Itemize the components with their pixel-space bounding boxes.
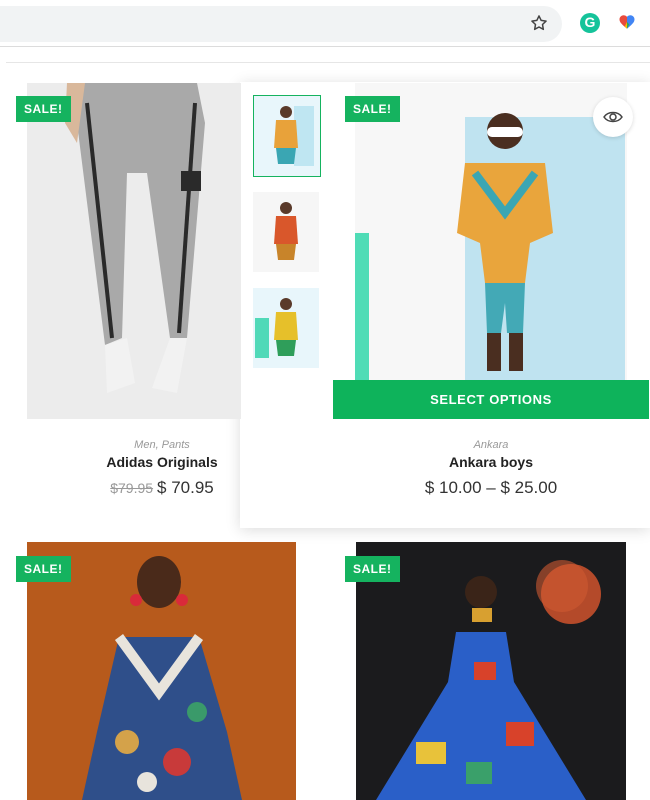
browser-divider — [0, 46, 650, 47]
address-bar[interactable] — [0, 6, 562, 42]
product-price: $ 10.00 – $ 25.00 — [424, 478, 558, 497]
grammarly-icon[interactable]: G — [580, 13, 600, 33]
quick-view-button[interactable] — [593, 97, 633, 137]
star-icon[interactable] — [529, 13, 549, 33]
product-image[interactable] — [27, 83, 241, 419]
thumbnail-2[interactable] — [253, 192, 319, 272]
sale-badge: SALE! — [345, 556, 400, 582]
thumbnail-3[interactable] — [253, 288, 319, 368]
sale-price: $ 70.95 — [157, 478, 214, 497]
product-image[interactable] — [355, 83, 627, 380]
page-divider — [6, 62, 650, 63]
product-categories[interactable]: Men, Pants — [27, 439, 297, 451]
old-price: $79.95 — [110, 480, 154, 496]
eye-icon — [603, 111, 623, 123]
select-options-button[interactable]: SELECT OPTIONS — [333, 380, 649, 419]
thumbnail-1[interactable] — [253, 95, 321, 177]
sale-badge: SALE! — [16, 556, 71, 582]
product-title[interactable]: Ankara boys — [355, 454, 627, 470]
sale-badge: SALE! — [16, 96, 71, 122]
product-title[interactable]: Adidas Originals — [27, 454, 297, 470]
pants-image — [27, 83, 241, 419]
ankara-boy-image — [355, 83, 627, 380]
sale-badge: SALE! — [345, 96, 400, 122]
extension-heart-icon[interactable] — [618, 13, 636, 31]
product-price: $79.95 $ 70.95 — [27, 478, 297, 498]
product-categories[interactable]: Ankara — [355, 439, 627, 451]
